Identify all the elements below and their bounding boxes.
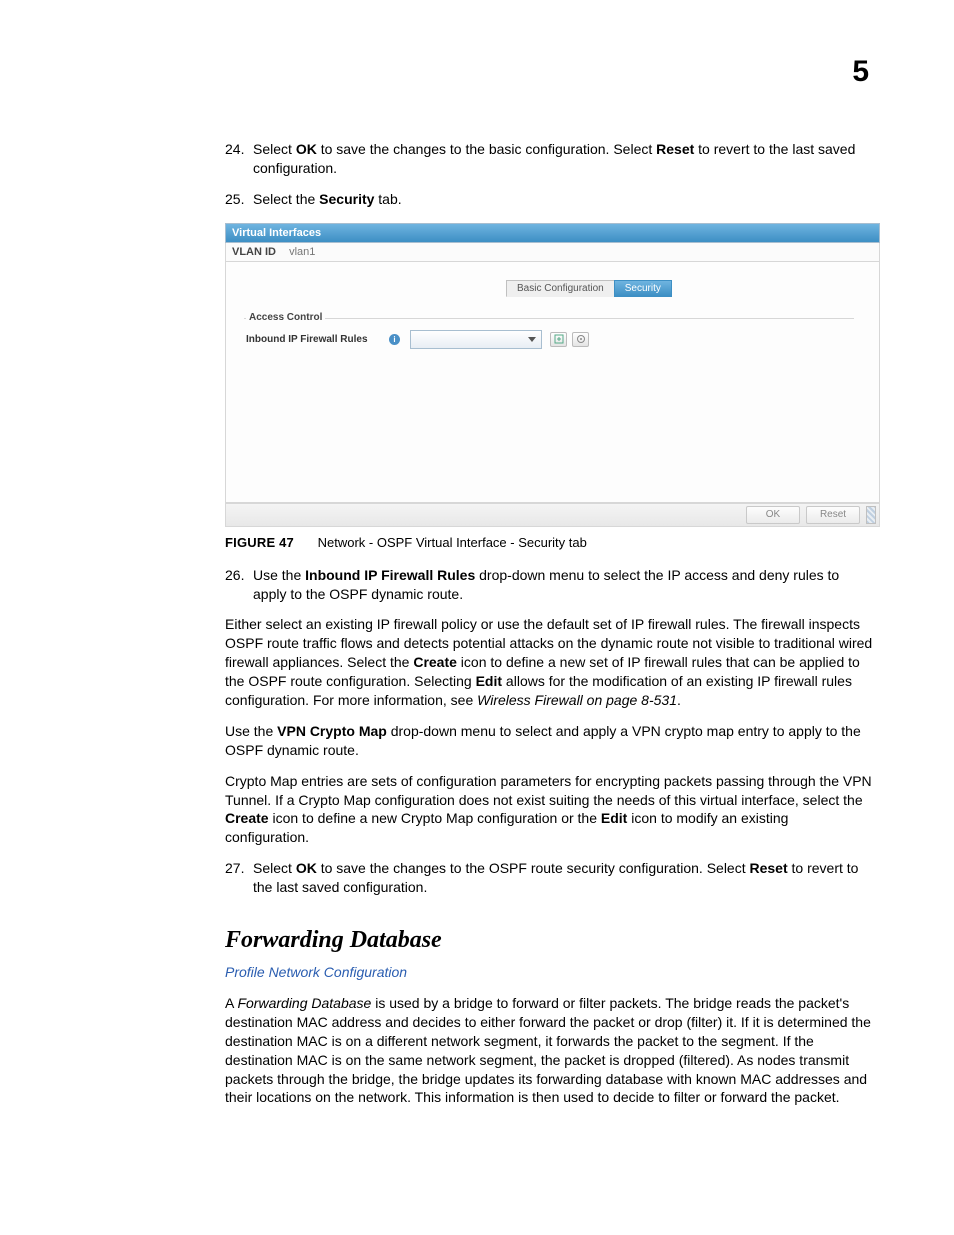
ok-button[interactable]: OK bbox=[746, 506, 800, 524]
vlan-id-value: vlan1 bbox=[289, 246, 315, 258]
vlan-row: VLAN ID vlan1 bbox=[225, 243, 880, 262]
resize-grip-icon[interactable] bbox=[866, 506, 876, 524]
paragraph: Either select an existing IP firewall po… bbox=[225, 615, 874, 709]
step-27: 27. Select OK to save the changes to the… bbox=[225, 859, 874, 897]
tab-basic-configuration[interactable]: Basic Configuration bbox=[506, 280, 615, 297]
paragraph: Use the VPN Crypto Map drop-down menu to… bbox=[225, 722, 874, 760]
page-number: 5 bbox=[852, 55, 869, 89]
panel-footer: OK Reset bbox=[225, 503, 880, 527]
step-text: Select the Security tab. bbox=[253, 190, 874, 209]
figure-label: FIGURE 47 bbox=[225, 535, 294, 550]
step-text: Select OK to save the changes to the OSP… bbox=[253, 859, 874, 897]
info-icon[interactable]: i bbox=[389, 334, 400, 345]
step-26: 26. Use the Inbound IP Firewall Rules dr… bbox=[225, 566, 874, 604]
panel-header: Virtual Interfaces bbox=[225, 223, 880, 243]
firewall-rules-row: Inbound IP Firewall Rules i bbox=[246, 330, 854, 349]
panel-body: Basic Configuration Security Access Cont… bbox=[225, 262, 880, 503]
step-number: 24. bbox=[225, 140, 253, 178]
fieldset-label: Access Control bbox=[246, 312, 325, 323]
fieldset-divider bbox=[244, 318, 854, 319]
figure-caption: FIGURE 47 Network - OSPF Virtual Interfa… bbox=[225, 535, 874, 550]
tab-bar: Basic Configuration Security bbox=[506, 280, 671, 297]
edit-icon[interactable] bbox=[572, 332, 589, 347]
section-heading: Forwarding Database bbox=[225, 927, 874, 954]
step-24: 24. Select OK to save the changes to the… bbox=[225, 140, 874, 178]
create-icon[interactable] bbox=[550, 332, 567, 347]
step-text: Select OK to save the changes to the bas… bbox=[253, 140, 874, 178]
step-text: Use the Inbound IP Firewall Rules drop-d… bbox=[253, 566, 874, 604]
tab-security[interactable]: Security bbox=[614, 280, 672, 297]
step-number: 25. bbox=[225, 190, 253, 209]
section-body: A Forwarding Database is used by a bridg… bbox=[225, 994, 874, 1107]
figure-title: Network - OSPF Virtual Interface - Secur… bbox=[318, 535, 587, 550]
profile-network-configuration-link[interactable]: Profile Network Configuration bbox=[225, 964, 874, 980]
firewall-rules-label: Inbound IP Firewall Rules bbox=[246, 334, 386, 345]
vlan-id-label: VLAN ID bbox=[232, 246, 276, 258]
paragraph: Crypto Map entries are sets of configura… bbox=[225, 772, 874, 848]
reset-button[interactable]: Reset bbox=[806, 506, 860, 524]
step-25: 25. Select the Security tab. bbox=[225, 190, 874, 209]
screenshot-figure: Virtual Interfaces VLAN ID vlan1 Basic C… bbox=[225, 223, 880, 527]
step-number: 27. bbox=[225, 859, 253, 897]
step-number: 26. bbox=[225, 566, 253, 604]
firewall-rules-dropdown[interactable] bbox=[410, 330, 542, 349]
